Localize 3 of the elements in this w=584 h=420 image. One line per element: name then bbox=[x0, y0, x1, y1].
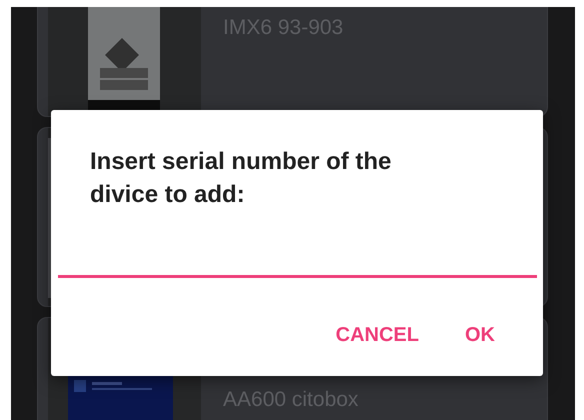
dialog-title: Insert serial number of the divice to add: bbox=[90, 147, 392, 210]
ok-button[interactable]: OK bbox=[449, 316, 511, 355]
cancel-button[interactable]: CANCEL bbox=[320, 316, 435, 355]
